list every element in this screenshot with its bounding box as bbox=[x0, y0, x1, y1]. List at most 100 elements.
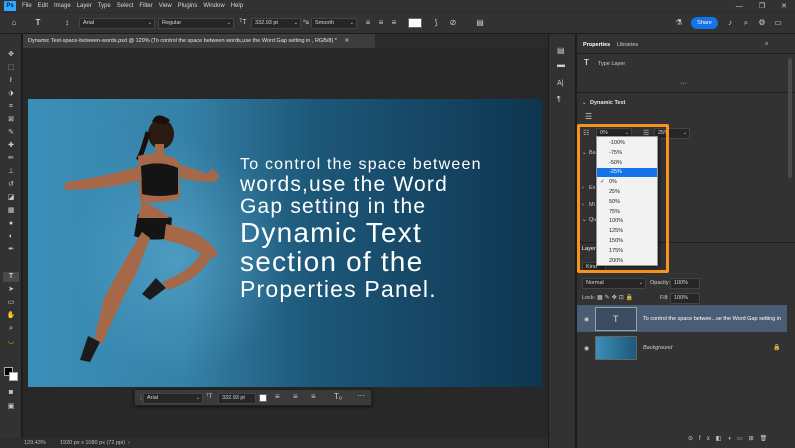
dropdown-option[interactable]: -50% bbox=[597, 159, 657, 168]
ctx-align-left-icon[interactable]: ≡ bbox=[275, 392, 280, 401]
align-right-icon[interactable]: ≡ bbox=[389, 18, 399, 28]
shape-tool-icon[interactable]: ▭ bbox=[3, 298, 19, 308]
more-options-icon[interactable]: ··· bbox=[680, 80, 687, 87]
move-tool-icon[interactable]: ✥ bbox=[3, 50, 19, 60]
dropdown-option[interactable]: -75% bbox=[597, 149, 657, 158]
dropdown-option[interactable]: 100% bbox=[597, 217, 657, 226]
menu-layer[interactable]: Layer bbox=[77, 3, 92, 9]
eraser-tool-icon[interactable]: ◪ bbox=[3, 193, 19, 203]
healing-tool-icon[interactable]: ✚ bbox=[3, 141, 19, 151]
workspace-icon[interactable]: ▭ bbox=[773, 18, 783, 28]
font-style-select[interactable]: Regular ⌄ bbox=[158, 17, 234, 29]
lock-icons[interactable]: ▦✎✥⊡🔒 bbox=[597, 294, 635, 301]
dropdown-option[interactable]: -25% bbox=[597, 168, 657, 178]
dropdown-option[interactable]: 75% bbox=[597, 208, 657, 217]
comments-panel-icon[interactable]: ▬ bbox=[557, 60, 565, 69]
menu-select[interactable]: Select bbox=[117, 3, 134, 9]
screen-mode-icon[interactable]: ▣ bbox=[3, 402, 19, 412]
home-icon[interactable]: ⌂ bbox=[8, 18, 20, 28]
text-color-swatch[interactable] bbox=[408, 18, 422, 28]
text-orientation-icon[interactable]: ↕ bbox=[61, 18, 73, 28]
panels-icon[interactable]: ▤ bbox=[474, 18, 486, 28]
ctx-type-options-icon[interactable]: Tₒ bbox=[334, 392, 342, 401]
menu-file[interactable]: File bbox=[22, 3, 32, 9]
dropdown-option[interactable]: 50% bbox=[597, 198, 657, 207]
align-left-icon[interactable]: ≡ bbox=[363, 18, 373, 28]
dropdown-option[interactable]: 25% bbox=[597, 188, 657, 197]
antialias-select[interactable]: Smooth ⌄ bbox=[311, 17, 357, 29]
paragraph-panel-icon[interactable]: ¶ bbox=[557, 96, 561, 103]
warp-text-icon[interactable]: ⟆ bbox=[430, 18, 442, 28]
brush-tool-icon[interactable]: ✏ bbox=[3, 154, 19, 164]
panel-scrollbar[interactable] bbox=[788, 58, 792, 178]
close-tab-icon[interactable]: ✕ bbox=[344, 38, 349, 44]
tab-properties[interactable]: Properties bbox=[583, 42, 610, 48]
edit-toolbar-icon[interactable]: ◡ bbox=[3, 337, 19, 347]
blur-tool-icon[interactable]: ● bbox=[3, 219, 19, 229]
align-center-icon[interactable]: ≡ bbox=[376, 18, 386, 28]
menu-edit[interactable]: Edit bbox=[38, 3, 48, 9]
lock-icon[interactable]: 🔒 bbox=[773, 344, 780, 351]
panel-menu-icon[interactable]: ≡ bbox=[765, 41, 768, 47]
ctx-color-swatch[interactable] bbox=[259, 394, 267, 402]
document-tab[interactable]: Dynamic Text-space-between-words.psd @ 1… bbox=[23, 34, 375, 48]
menu-filter[interactable]: Filter bbox=[139, 3, 152, 9]
blend-mode-select[interactable]: Normal ⌄ bbox=[582, 278, 646, 289]
object-select-tool-icon[interactable]: ⬗ bbox=[3, 89, 19, 99]
gradient-tool-icon[interactable]: ▦ bbox=[3, 206, 19, 216]
font-size-field[interactable]: 332.93 pt ⌄ bbox=[251, 17, 301, 29]
dropdown-option[interactable]: 125% bbox=[597, 227, 657, 236]
share-button[interactable]: Share bbox=[691, 17, 718, 29]
crop-tool-icon[interactable]: ⌗ bbox=[3, 102, 19, 112]
menu-type[interactable]: Type bbox=[98, 3, 111, 9]
zoom-tool-icon[interactable]: ⌕ bbox=[3, 324, 19, 334]
ctx-font-size-field[interactable]: 332.93 pt bbox=[218, 392, 256, 404]
canvas-caption[interactable]: To control the space between words,use t… bbox=[240, 156, 530, 301]
eyedropper-tool-icon[interactable]: ✎ bbox=[3, 128, 19, 138]
menu-help[interactable]: Help bbox=[231, 3, 243, 9]
path-select-tool-icon[interactable]: ➤ bbox=[3, 285, 19, 295]
ctx-font-family-select[interactable]: Arial ⌄ bbox=[143, 392, 203, 404]
search-icon[interactable]: ⌕ bbox=[741, 18, 751, 28]
background-color-swatch[interactable] bbox=[9, 372, 18, 381]
marquee-tool-icon[interactable]: ⬚ bbox=[3, 63, 19, 73]
layer-actions-bar[interactable]: ⊝fx◧◑▭⊞🗑 bbox=[688, 435, 773, 442]
stamp-tool-icon[interactable]: ⊥ bbox=[3, 167, 19, 177]
zoom-level[interactable]: 129.43% bbox=[24, 438, 46, 448]
lasso-tool-icon[interactable]: ℓ bbox=[3, 76, 19, 86]
fill-field[interactable]: 100% bbox=[670, 293, 700, 304]
minimize-button[interactable]: — bbox=[736, 3, 743, 10]
collapse-chevron-icon[interactable]: ⌄ bbox=[582, 100, 587, 106]
type-tool-preset-icon[interactable]: T bbox=[32, 18, 44, 28]
quick-mask-icon[interactable]: ◙ bbox=[3, 388, 19, 398]
menu-image[interactable]: Image bbox=[54, 3, 71, 9]
character-panel-icon[interactable]: A| bbox=[557, 80, 564, 87]
tab-libraries[interactable]: Libraries bbox=[617, 42, 638, 48]
type-tool-icon[interactable]: T bbox=[3, 272, 19, 282]
visibility-eye-icon[interactable]: ◉ bbox=[584, 316, 589, 323]
document-canvas[interactable]: To control the space between words,use t… bbox=[28, 99, 542, 387]
layer-name-text[interactable]: To control the space betwee...se the Wor… bbox=[643, 316, 781, 322]
layer-row-text[interactable]: ◉ T To control the space betwee...se the… bbox=[577, 305, 787, 332]
photoshop-logo[interactable]: Ps bbox=[4, 1, 16, 11]
history-brush-tool-icon[interactable]: ↺ bbox=[3, 180, 19, 190]
pen-tool-icon[interactable]: ✒ bbox=[3, 245, 19, 255]
dropdown-option[interactable]: ✓ 0% bbox=[597, 178, 657, 187]
hand-tool-icon[interactable]: ✋ bbox=[3, 311, 19, 321]
cancel-icon[interactable]: ⊘ bbox=[447, 18, 459, 28]
menu-view[interactable]: View bbox=[159, 3, 172, 9]
dodge-tool-icon[interactable]: ◐ bbox=[3, 232, 19, 242]
ctx-align-center-icon[interactable]: ≡ bbox=[293, 392, 298, 401]
menu-plugins[interactable]: Plugins bbox=[178, 3, 198, 9]
ctx-more-icon[interactable]: ··· bbox=[357, 391, 365, 400]
dropdown-option[interactable]: -100% bbox=[597, 139, 657, 148]
frame-tool-icon[interactable]: ⊠ bbox=[3, 115, 19, 125]
visibility-eye-icon[interactable]: ◉ bbox=[584, 345, 589, 352]
history-panel-icon[interactable]: ▤ bbox=[557, 46, 565, 55]
dropdown-option[interactable]: 175% bbox=[597, 247, 657, 256]
menu-window[interactable]: Window bbox=[203, 3, 224, 9]
paragraph-align-icon[interactable]: ☰ bbox=[585, 112, 592, 121]
ctx-align-right-icon[interactable]: ≡ bbox=[311, 392, 316, 401]
word-gap-dropdown[interactable]: -100% -75% -50% -25% ✓ 0% 25% 50% 75% 100% 125% 150… bbox=[596, 136, 658, 266]
close-window-button[interactable]: ✕ bbox=[781, 2, 787, 10]
